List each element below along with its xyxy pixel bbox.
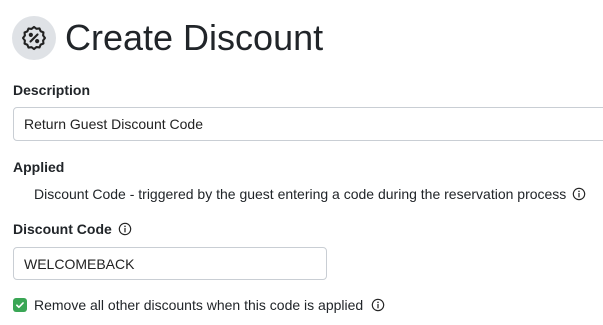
description-label: Description xyxy=(13,82,91,98)
percent-badge-icon xyxy=(12,16,56,60)
discount-code-input[interactable] xyxy=(13,247,327,280)
description-input[interactable] xyxy=(13,107,603,141)
remove-other-discounts-row: Remove all other discounts when this cod… xyxy=(13,297,385,313)
applied-description: Discount Code - triggered by the guest e… xyxy=(34,186,586,202)
discount-code-label: Discount Code xyxy=(13,221,112,237)
applied-label: Applied xyxy=(13,159,65,175)
remove-other-discounts-checkbox[interactable] xyxy=(13,298,27,312)
remove-other-discounts-label[interactable]: Remove all other discounts when this cod… xyxy=(34,297,363,313)
info-icon[interactable] xyxy=(572,187,586,201)
info-icon[interactable] xyxy=(371,298,385,312)
page-title: Create Discount xyxy=(65,17,324,58)
discount-code-label-row: Discount Code xyxy=(13,221,132,237)
page-header: Create Discount xyxy=(12,15,323,61)
create-discount-page: Create Discount Description Applied Disc… xyxy=(0,0,603,325)
applied-text: Discount Code - triggered by the guest e… xyxy=(34,186,567,202)
info-icon[interactable] xyxy=(118,222,132,236)
